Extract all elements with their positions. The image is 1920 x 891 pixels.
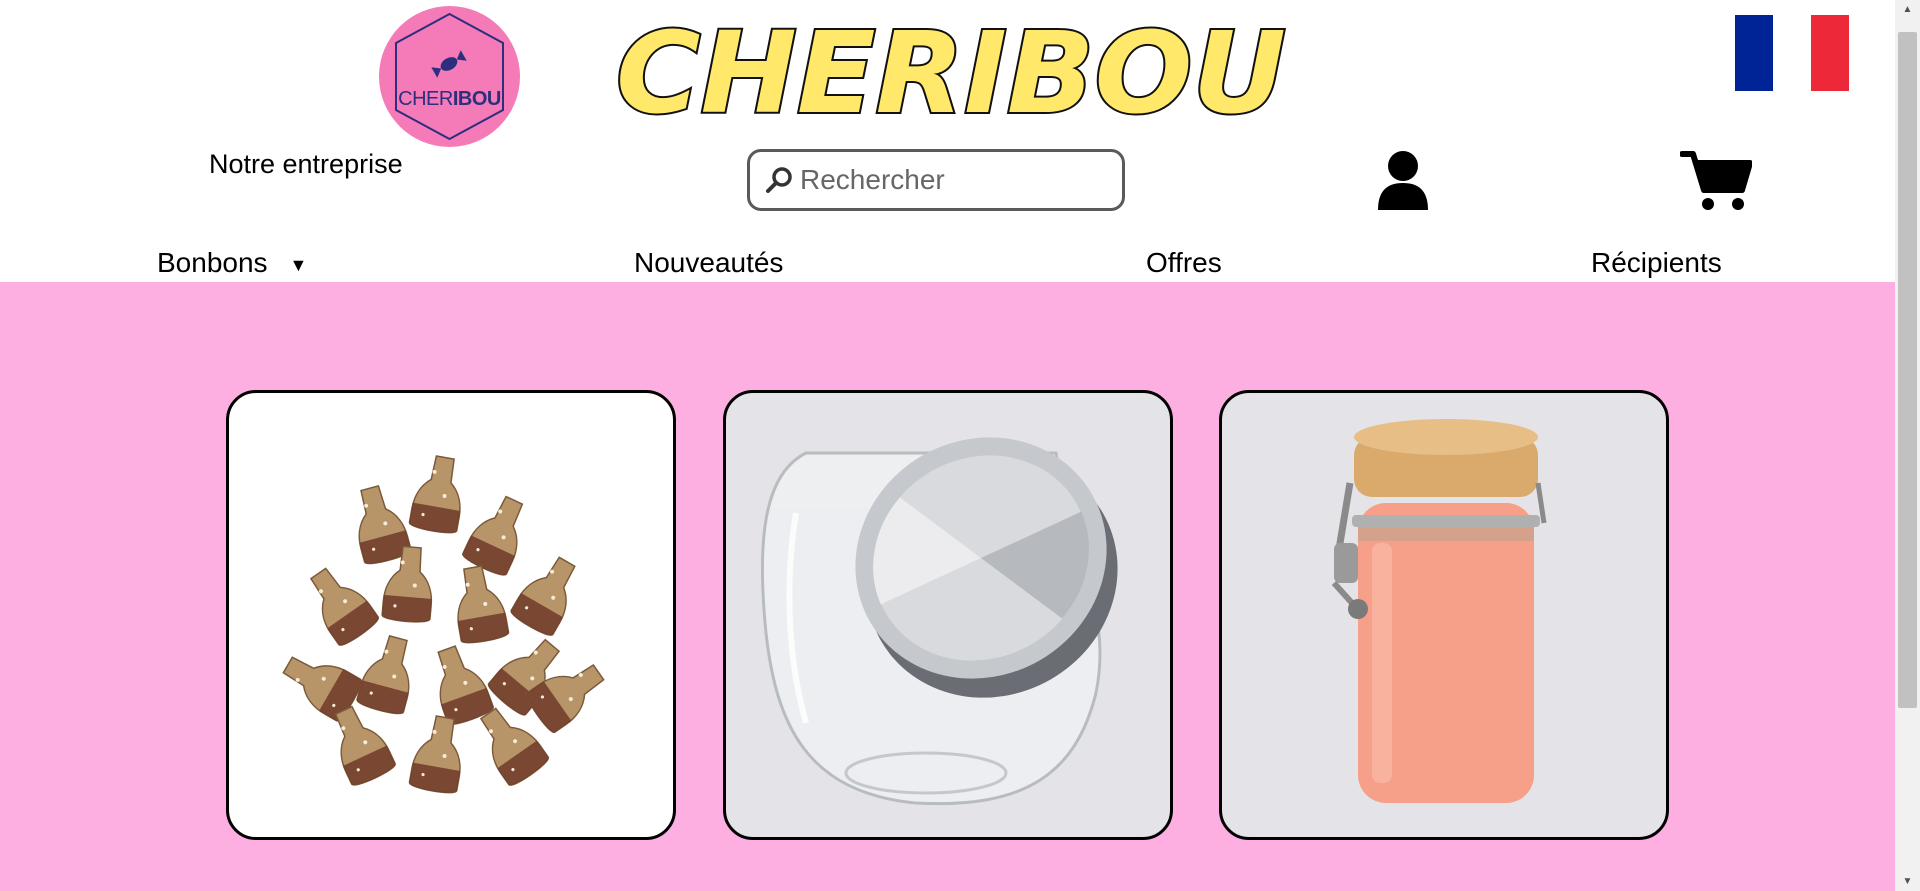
nav-item-nouveautes[interactable]: Nouveautés	[634, 247, 783, 279]
nav-item-bonbons[interactable]: Bonbons ▼	[157, 247, 307, 279]
product-card[interactable]	[226, 390, 676, 840]
nav-item-label: Nouveautés	[634, 247, 784, 278]
logo-text-part1: CHER	[398, 88, 453, 110]
brand-title-text: CHERIBOU	[616, 12, 1286, 130]
main-nav: Bonbons ▼ Nouveautés Offres Récipients	[0, 242, 1895, 282]
vertical-scrollbar[interactable]: ▲ ▼	[1895, 0, 1920, 891]
nav-item-label: Offres	[1146, 247, 1222, 278]
logo-badge[interactable]: CHERIBOU	[379, 6, 520, 147]
logo-text: CHERIBOU	[379, 88, 520, 111]
logo-hexagon-icon	[395, 12, 504, 141]
scrollbar-thumb[interactable]	[1898, 32, 1917, 708]
scroll-up-icon[interactable]: ▲	[1895, 4, 1920, 15]
site-header: CHERIBOU CHERIBOU Notre entreprise Bonbo…	[0, 0, 1895, 282]
flag-icon-fr[interactable]	[1735, 15, 1849, 91]
search-icon	[766, 167, 792, 193]
flag-stripe-blue	[1735, 15, 1773, 91]
cart-icon[interactable]	[1680, 150, 1752, 212]
pink-glass-jar-image	[1331, 419, 1547, 803]
nav-item-offres[interactable]: Offres	[1146, 247, 1222, 279]
brand-title[interactable]: CHERIBOU	[606, 12, 1296, 130]
cola-bottle-gummies-image	[275, 452, 614, 796]
candy-icon	[431, 50, 467, 78]
nav-item-label: Bonbons	[157, 247, 268, 278]
search-input[interactable]	[798, 163, 1102, 197]
company-link[interactable]: Notre entreprise	[209, 149, 403, 180]
nav-item-recipients[interactable]: Récipients	[1591, 247, 1722, 279]
nav-item-label: Récipients	[1591, 247, 1722, 278]
scroll-down-icon[interactable]: ▼	[1895, 876, 1920, 887]
glass-candy-jar-image	[760, 437, 1118, 806]
product-card[interactable]	[1219, 390, 1669, 840]
logo-text-part2: IBOU	[452, 88, 502, 110]
flag-stripe-red	[1811, 15, 1849, 91]
flag-stripe-white	[1773, 15, 1811, 91]
search-box[interactable]	[747, 149, 1125, 211]
user-icon[interactable]	[1376, 150, 1430, 212]
product-card[interactable]	[723, 390, 1173, 840]
dropdown-arrow-icon[interactable]: ▼	[290, 255, 308, 275]
